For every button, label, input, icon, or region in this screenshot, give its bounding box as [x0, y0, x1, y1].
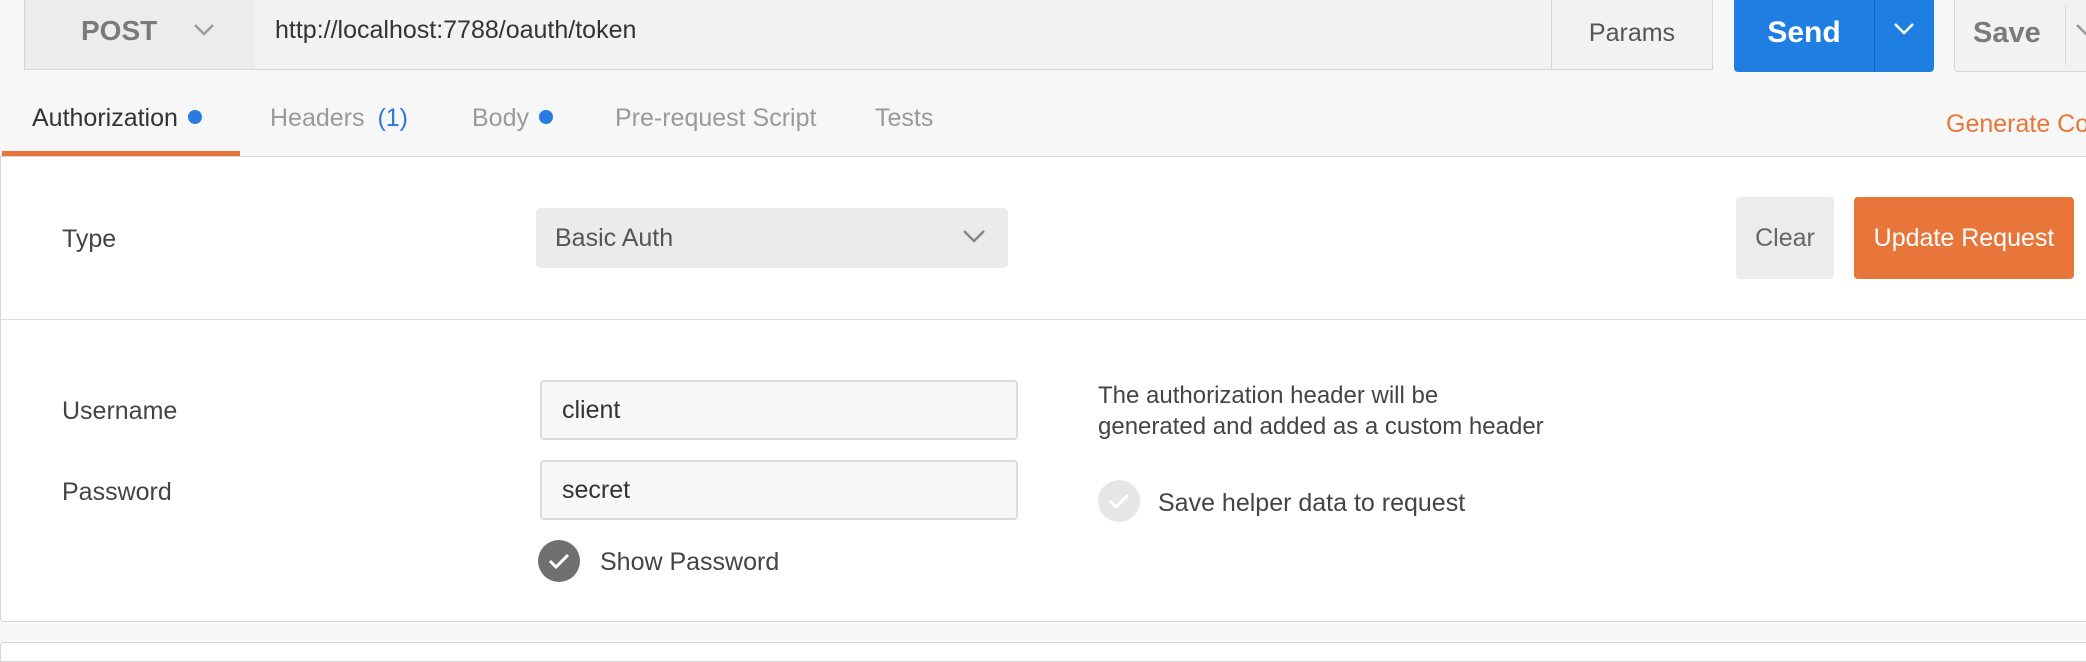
modified-dot-icon	[187, 110, 202, 125]
chevron-down-icon	[193, 23, 215, 37]
tab-body[interactable]: Body	[472, 104, 553, 154]
username-field[interactable]: client	[540, 380, 1018, 440]
authorization-help-text: The authorization header will be generat…	[1098, 380, 1544, 442]
save-label: Save	[1973, 17, 2041, 49]
help-line: The authorization header will be	[1098, 382, 1439, 409]
username-value: client	[562, 396, 621, 424]
generate-code-link[interactable]: Generate Co	[1946, 110, 2086, 139]
password-value: secret	[562, 476, 631, 504]
username-label: Username	[62, 397, 178, 425]
save-divider	[2065, 5, 2066, 65]
send-options-button[interactable]	[1874, 0, 1934, 72]
tab-label: Body	[472, 104, 529, 132]
url-text: http://localhost:7788/oauth/token	[275, 16, 637, 44]
auth-type-value: Basic Auth	[555, 224, 674, 252]
tab-label: Headers	[270, 104, 365, 132]
tab-label: Pre-request Script	[615, 104, 817, 132]
password-field[interactable]: secret	[540, 460, 1018, 520]
update-request-button[interactable]: Update Request	[1854, 197, 2074, 279]
active-tab-indicator	[2, 151, 240, 156]
next-section-edge	[0, 642, 2086, 662]
tab-label: Authorization	[32, 104, 178, 132]
save-button[interactable]: Save	[1954, 0, 2086, 72]
auth-type-select[interactable]: Basic Auth	[536, 208, 1008, 268]
save-helper-label: Save helper data to request	[1158, 489, 1466, 517]
section-divider	[0, 319, 2086, 320]
method-label: POST	[81, 15, 158, 46]
tab-pre-request-script[interactable]: Pre-request Script	[615, 104, 816, 154]
show-password-label: Show Password	[600, 548, 780, 576]
save-helper-checkbox[interactable]	[1098, 480, 1140, 522]
tab-count: (1)	[377, 104, 409, 132]
modified-dot-icon	[538, 110, 553, 125]
tab-label: Tests	[875, 104, 934, 132]
clear-button[interactable]: Clear	[1736, 197, 1834, 279]
tab-authorization[interactable]: Authorization	[32, 104, 202, 154]
chevron-down-icon	[962, 228, 986, 244]
type-label: Type	[62, 225, 117, 253]
help-line: generated and added as a custom header	[1098, 413, 1544, 440]
params-button[interactable]: Params	[1551, 0, 1713, 70]
password-label: Password	[62, 478, 172, 506]
send-button[interactable]: Send	[1734, 0, 1874, 72]
url-input[interactable]: http://localhost:7788/oauth/token	[255, 0, 1552, 70]
method-select[interactable]: POST	[24, 0, 256, 70]
chevron-down-icon	[2075, 23, 2086, 37]
tab-headers[interactable]: Headers (1)	[270, 104, 408, 154]
tab-tests[interactable]: Tests	[875, 104, 933, 154]
show-password-checkbox[interactable]	[538, 540, 580, 582]
